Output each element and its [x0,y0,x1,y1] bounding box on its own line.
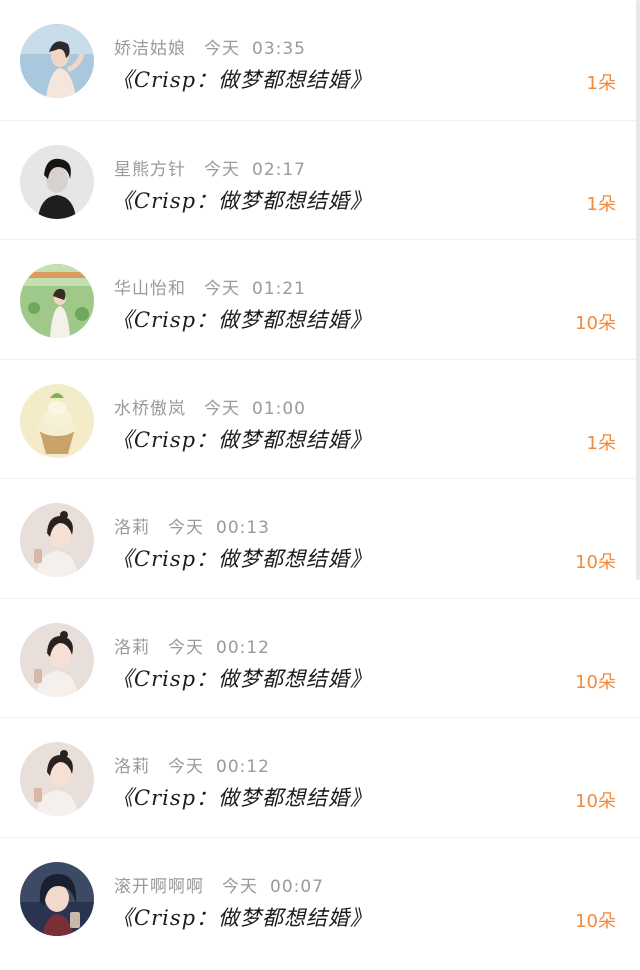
book-title[interactable]: 《Crisp：做梦都想结婚》 [112,424,372,454]
boy-bw-avatar-icon[interactable] [20,144,94,219]
book-title[interactable]: 《Crisp：做梦都想结婚》 [112,782,372,812]
list-item[interactable]: 水桥傲岚 今天 01:00 《Crisp：做梦都想结婚》 1朵 [0,358,640,479]
sender-name[interactable]: 水桥傲岚 [114,399,186,419]
message-day: 今天 [204,159,240,180]
message-time: 00:13 [216,518,270,538]
message-meta: 洛莉 今天 00:12 [114,752,270,777]
message-meta: 洛莉 今天 00:12 [114,633,270,658]
book-title[interactable]: 《Crisp：做梦都想结婚》 [112,185,372,215]
girl-sky-avatar-icon[interactable] [20,24,94,98]
message-meta: 水桥傲岚 今天 01:00 [114,394,306,419]
message-time: 00:12 [216,637,270,658]
girl-portrait-avatar-icon[interactable] [20,742,94,816]
girl-portrait-avatar-icon[interactable] [20,503,94,577]
message-day: 今天 [204,279,240,299]
book-title[interactable]: 《Crisp：做梦都想结婚》 [112,663,372,693]
sender-name[interactable]: 华山怡和 [114,279,186,299]
sender-name[interactable]: 洛莉 [114,518,150,538]
message-time: 00:07 [270,876,324,897]
flower-count: 1朵 [586,193,616,215]
flower-count: 10朵 [575,910,616,932]
flower-count: 10朵 [575,313,616,334]
message-meta: 洛莉 今天 00:13 [114,513,270,538]
list-item[interactable]: 星熊方针 今天 02:17 《Crisp：做梦都想结婚》 1朵 [0,119,640,240]
message-time: 01:00 [252,398,306,419]
message-meta: 娇洁姑娘 今天 03:35 [114,34,306,59]
girl-garden-avatar-icon[interactable] [20,264,94,338]
sender-name[interactable]: 星熊方针 [114,160,186,180]
book-title[interactable]: 《Crisp：做梦都想结婚》 [112,902,372,932]
list-item[interactable]: 洛莉 今天 00:12 《Crisp：做梦都想结婚》 10朵 [0,597,640,718]
list-item[interactable]: 洛莉 今天 00:13 《Crisp：做梦都想结婚》 10朵 [0,478,640,598]
flower-count: 1朵 [586,432,616,454]
list-item[interactable]: 华山怡和 今天 01:21 《Crisp：做梦都想结婚》 10朵 [0,239,640,359]
sender-name[interactable]: 洛莉 [114,757,150,777]
gift-message-list: 娇洁姑娘 今天 03:35 《Crisp：做梦都想结婚》 1朵 星熊方针 今天 02:1… [0,0,640,956]
message-day: 今天 [168,518,204,538]
message-day: 今天 [204,398,240,419]
anime-girl-avatar-icon[interactable] [20,861,94,936]
flower-count: 10朵 [575,671,616,693]
book-title[interactable]: 《Crisp：做梦都想结婚》 [112,64,372,94]
sender-name[interactable]: 娇洁姑娘 [114,39,186,59]
message-time: 01:21 [252,279,306,299]
message-time: 03:35 [252,39,306,59]
sender-name[interactable]: 滚开啊啊啊 [114,877,204,897]
flower-count: 10朵 [575,791,616,812]
list-item[interactable]: 洛莉 今天 00:12 《Crisp：做梦都想结婚》 10朵 [0,717,640,837]
flower-count: 10朵 [575,552,616,573]
message-day: 今天 [222,876,258,897]
message-day: 今天 [204,39,240,59]
cupcake-avatar-icon[interactable] [20,383,94,458]
scrollbar[interactable] [636,0,640,580]
message-meta: 星熊方针 今天 02:17 [114,155,306,180]
book-title[interactable]: 《Crisp：做梦都想结婚》 [112,304,372,334]
message-day: 今天 [168,637,204,658]
message-time: 00:12 [216,757,270,777]
message-meta: 滚开啊啊啊 今天 00:07 [114,872,324,897]
girl-portrait-avatar-icon[interactable] [20,622,94,697]
message-day: 今天 [168,757,204,777]
flower-count: 1朵 [586,73,616,94]
sender-name[interactable]: 洛莉 [114,638,150,658]
list-item[interactable]: 滚开啊啊啊 今天 00:07 《Crisp：做梦都想结婚》 10朵 [0,836,640,957]
book-title[interactable]: 《Crisp：做梦都想结婚》 [112,543,372,573]
message-time: 02:17 [252,159,306,180]
message-meta: 华山怡和 今天 01:21 [114,274,306,299]
list-item[interactable]: 娇洁姑娘 今天 03:35 《Crisp：做梦都想结婚》 1朵 [0,0,640,120]
